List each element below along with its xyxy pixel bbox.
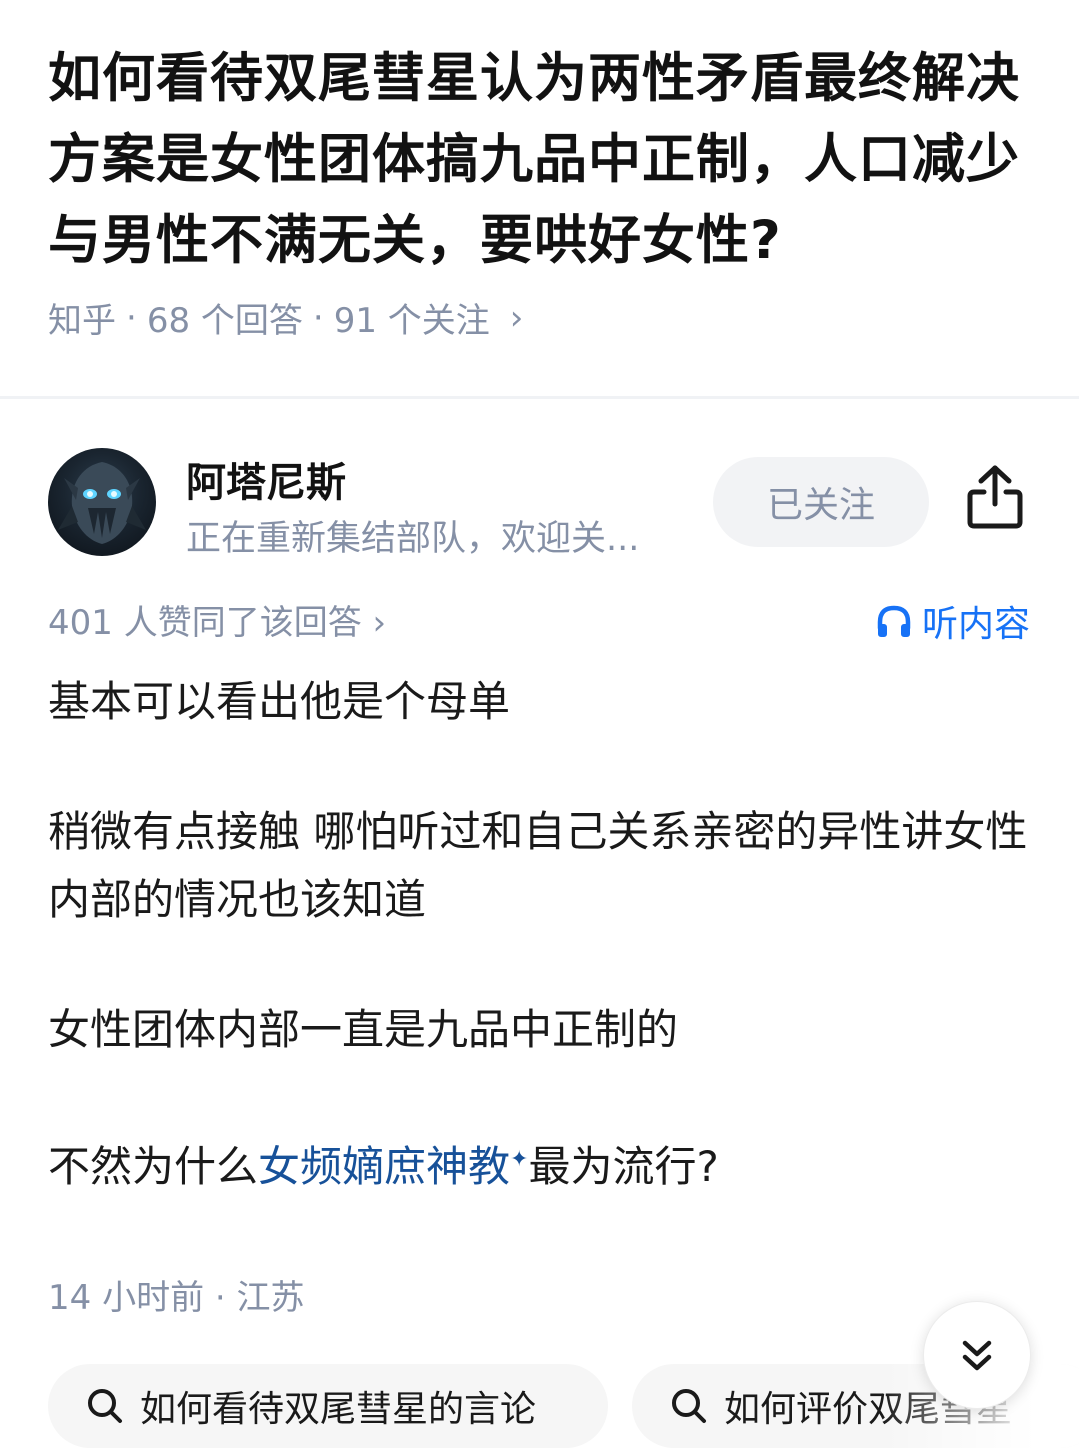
author-name[interactable]: 阿塔尼斯 bbox=[186, 450, 346, 508]
answer-paragraph: 女性团体内部一直是九品中正制的 bbox=[48, 1005, 679, 1054]
meta-separator: · bbox=[126, 297, 137, 338]
scroll-down-button[interactable] bbox=[923, 1301, 1031, 1409]
answer-paragraph: 不然为什么女频嫡庶神教✦最为流行? bbox=[48, 1126, 1038, 1201]
answer-paragraph: 基本可以看出他是个母单 bbox=[48, 677, 511, 726]
paragraph-text: 最为流行? bbox=[528, 1142, 719, 1191]
source-label: 知乎 bbox=[48, 301, 116, 341]
search-icon bbox=[88, 1389, 122, 1423]
meta-separator: · bbox=[312, 297, 324, 338]
section-divider bbox=[0, 396, 1079, 399]
answer-paragraph: 稍微有点接触 哪怕听过和自己关系亲密的异性讲女性内部的情况也该知道 bbox=[48, 807, 1028, 924]
sparkle-icon: ✦ bbox=[510, 1147, 529, 1172]
avatar[interactable] bbox=[48, 448, 156, 556]
answer-timestamp: 14 小时前 · 江苏 bbox=[48, 1278, 305, 1318]
listen-label: 听内容 bbox=[921, 604, 1030, 645]
follow-button[interactable]: 已关注 bbox=[713, 457, 929, 547]
question-meta[interactable]: 知乎 · 68 个回答 · 91 个关注 › bbox=[48, 293, 1038, 342]
paragraph-text: 不然为什么 bbox=[48, 1142, 259, 1191]
chevron-right-icon: › bbox=[509, 297, 524, 338]
question-title[interactable]: 如何看待双尾彗星认为两性矛盾最终解决方案是女性团体搞九品中正制，人口减少与男性不… bbox=[48, 38, 1038, 281]
related-search-chip[interactable]: 如何看待双尾彗星的言论 bbox=[48, 1364, 608, 1448]
author-bio: 正在重新集结部队，欢迎关... bbox=[186, 519, 640, 559]
search-icon bbox=[672, 1389, 706, 1423]
related-searches: 如何看待双尾彗星的言论 如何评价双尾彗星 bbox=[48, 1364, 1079, 1448]
share-icon[interactable] bbox=[966, 464, 1024, 530]
author-row: 阿塔尼斯 正在重新集结部队，欢迎关... 已关注 bbox=[48, 448, 1038, 559]
followers-count: 91 个关注 bbox=[333, 301, 490, 341]
answer-stats: 401 人赞同了该回答 › 听内容 bbox=[48, 595, 1030, 645]
avatar-image bbox=[58, 462, 146, 544]
question-header: 如何看待双尾彗星认为两性矛盾最终解决方案是女性团体搞九品中正制，人口减少与男性不… bbox=[48, 38, 1038, 342]
search-link[interactable]: 女频嫡庶神教 bbox=[258, 1142, 510, 1191]
listen-button[interactable]: 听内容 bbox=[876, 595, 1030, 647]
answers-count: 68 个回答 bbox=[146, 301, 303, 341]
double-chevron-down-icon bbox=[962, 1340, 992, 1371]
related-search-label: 如何看待双尾彗星的言论 bbox=[140, 1389, 537, 1430]
headphones-icon bbox=[877, 605, 911, 637]
vote-count[interactable]: 401 人赞同了该回答 › bbox=[48, 595, 386, 644]
answer-content: 基本可以看出他是个母单 稍微有点接触 哪怕听过和自己关系亲密的异性讲女性内部的情… bbox=[48, 668, 1038, 1263]
